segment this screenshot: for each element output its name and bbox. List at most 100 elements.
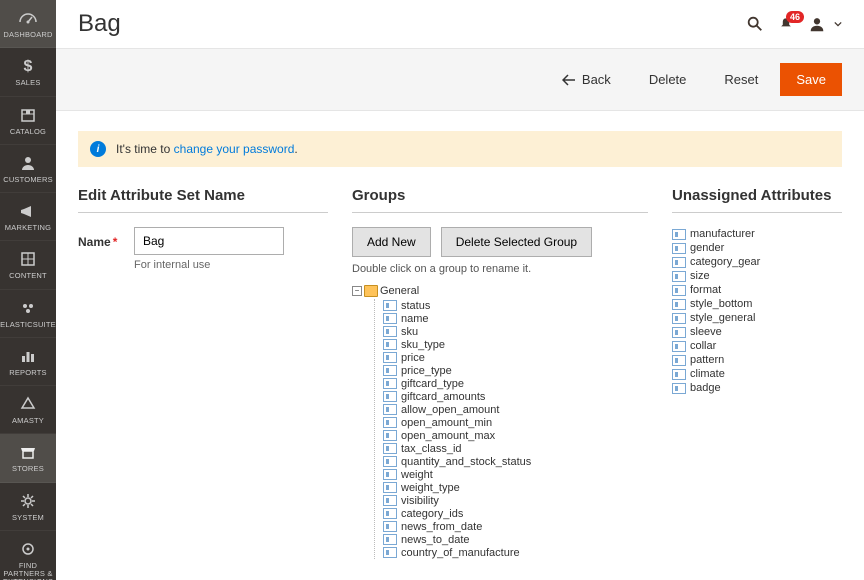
attribute-label: giftcard_amounts (401, 391, 485, 403)
name-help: For internal use (134, 259, 284, 271)
attribute-icon (383, 300, 397, 311)
notifications-button[interactable]: 46 (778, 16, 794, 32)
change-password-link[interactable]: change your password (174, 142, 295, 156)
sidebar-item-customers[interactable]: CUSTOMERS (0, 145, 56, 193)
sidebar-item-catalog[interactable]: CATALOG (0, 97, 56, 145)
group-attribute[interactable]: quantity_and_stock_status (383, 455, 648, 468)
edit-set-title: Edit Attribute Set Name (78, 187, 328, 213)
sidebar-item-partners[interactable]: FIND PARTNERS & EXTENSIONS (0, 531, 56, 580)
unassigned-attribute[interactable]: category_gear (672, 255, 842, 269)
partners-icon (18, 539, 38, 559)
group-attribute[interactable]: open_amount_min (383, 416, 648, 429)
attribute-icon (383, 339, 397, 350)
unassigned-attribute[interactable]: style_general (672, 311, 842, 325)
sidebar-item-sales[interactable]: $ SALES (0, 48, 56, 96)
unassigned-attribute[interactable]: pattern (672, 353, 842, 367)
unassigned-attribute[interactable]: collar (672, 339, 842, 353)
unassigned-attribute[interactable]: manufacturer (672, 227, 842, 241)
sidebar-item-stores[interactable]: STORES (0, 434, 56, 482)
sidebar-item-system[interactable]: SYSTEM (0, 483, 56, 531)
unassigned-attribute[interactable]: format (672, 283, 842, 297)
group-attribute[interactable]: tax_class_id (383, 442, 648, 455)
group-attribute[interactable]: price_type (383, 364, 648, 377)
group-attribute[interactable]: open_amount_max (383, 429, 648, 442)
reset-button[interactable]: Reset (708, 63, 774, 96)
attribute-icon (672, 369, 686, 380)
group-attribute[interactable]: giftcard_amounts (383, 390, 648, 403)
sidebar-label: CATALOG (10, 128, 46, 136)
group-attribute[interactable]: allow_open_amount (383, 403, 648, 416)
delete-button[interactable]: Delete (633, 63, 703, 96)
sidebar-label: CONTENT (9, 272, 47, 280)
group-general[interactable]: General (380, 285, 419, 297)
attribute-icon (383, 469, 397, 480)
set-name-input[interactable] (134, 227, 284, 255)
attribute-label: style_general (690, 312, 755, 324)
box-icon (18, 105, 38, 125)
search-button[interactable] (746, 15, 764, 33)
attribute-label: badge (690, 382, 721, 394)
unassigned-attribute[interactable]: sleeve (672, 325, 842, 339)
sidebar-item-elasticsuite[interactable]: ELASTICSUITE (0, 290, 56, 338)
tree-toggle[interactable]: − (352, 286, 362, 296)
user-icon (808, 15, 826, 33)
back-button[interactable]: Back (546, 63, 627, 96)
info-icon: i (90, 141, 106, 157)
attribute-icon (672, 229, 686, 240)
admin-sidebar: DASHBOARD $ SALES CATALOG CUSTOMERS MARK… (0, 0, 56, 580)
group-attribute[interactable]: category_ids (383, 507, 648, 520)
group-attribute[interactable]: sku (383, 325, 648, 338)
attribute-icon (383, 417, 397, 428)
account-menu[interactable] (808, 15, 842, 33)
sidebar-item-marketing[interactable]: MARKETING (0, 193, 56, 241)
delete-group-button[interactable]: Delete Selected Group (441, 227, 592, 257)
amasty-icon (18, 394, 38, 414)
unassigned-attribute[interactable]: gender (672, 241, 842, 255)
group-attribute[interactable]: name (383, 312, 648, 325)
group-attribute[interactable]: news_from_date (383, 520, 648, 533)
megaphone-icon (18, 201, 38, 221)
attribute-label: quantity_and_stock_status (401, 456, 531, 468)
attribute-label: visibility (401, 495, 439, 507)
sidebar-item-reports[interactable]: REPORTS (0, 338, 56, 386)
attribute-label: allow_open_amount (401, 404, 499, 416)
attribute-icon (383, 508, 397, 519)
attribute-label: open_amount_max (401, 430, 495, 442)
sidebar-label: AMASTY (12, 417, 44, 425)
attribute-icon (383, 482, 397, 493)
save-button[interactable]: Save (780, 63, 842, 96)
group-attribute[interactable]: status (383, 299, 648, 312)
attribute-icon (672, 341, 686, 352)
store-icon (18, 442, 38, 462)
attribute-icon (672, 257, 686, 268)
unassigned-attribute[interactable]: badge (672, 381, 842, 395)
group-attribute[interactable]: sku_type (383, 338, 648, 351)
group-attribute[interactable]: giftcard_type (383, 377, 648, 390)
add-new-group-button[interactable]: Add New (352, 227, 431, 257)
unassigned-attribute[interactable]: climate (672, 367, 842, 381)
group-attribute[interactable]: weight_type (383, 481, 648, 494)
sidebar-item-amasty[interactable]: AMASTY (0, 386, 56, 434)
group-attribute[interactable]: news_to_date (383, 533, 648, 546)
attribute-icon (672, 243, 686, 254)
unassigned-attribute[interactable]: size (672, 269, 842, 283)
attribute-label: weight_type (401, 482, 460, 494)
sidebar-item-dashboard[interactable]: DASHBOARD (0, 0, 56, 48)
attribute-icon (672, 285, 686, 296)
unassigned-attribute[interactable]: style_bottom (672, 297, 842, 311)
attribute-label: sku (401, 326, 418, 338)
group-attribute[interactable]: price (383, 351, 648, 364)
attribute-label: status (401, 300, 430, 312)
attribute-icon (383, 547, 397, 558)
sidebar-item-content[interactable]: CONTENT (0, 241, 56, 289)
attribute-icon (383, 521, 397, 532)
bars-icon (18, 346, 38, 366)
attribute-icon (383, 326, 397, 337)
attribute-label: format (690, 284, 721, 296)
group-attribute[interactable]: country_of_manufacture (383, 546, 648, 559)
group-attribute[interactable]: visibility (383, 494, 648, 507)
attribute-label: category_ids (401, 508, 463, 520)
attribute-label: price_type (401, 365, 452, 377)
group-attribute[interactable]: weight (383, 468, 648, 481)
notice-text: It's time to change your password. (116, 142, 298, 156)
